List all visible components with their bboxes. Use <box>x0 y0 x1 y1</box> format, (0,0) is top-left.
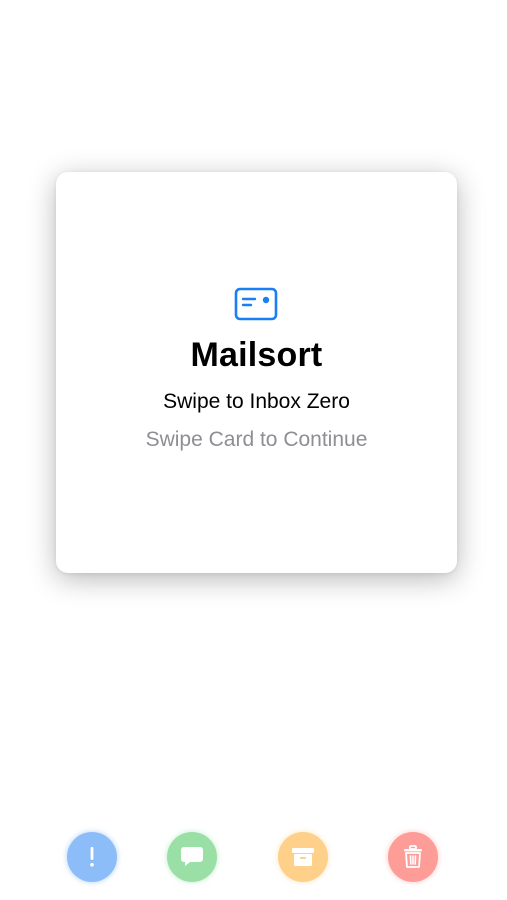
archive-button[interactable] <box>278 832 328 882</box>
action-bar <box>0 832 507 884</box>
card-content: Mailsort Swipe to Inbox Zero Swipe Card … <box>145 287 368 453</box>
message-bubble-icon <box>181 847 203 866</box>
id-card-icon <box>235 287 278 320</box>
swipe-card[interactable]: Mailsort Swipe to Inbox Zero Swipe Card … <box>56 172 457 573</box>
onboarding-screen: Mailsort Swipe to Inbox Zero Swipe Card … <box>0 0 507 900</box>
swipe-hint: Swipe Card to Continue <box>145 427 368 451</box>
trash-icon <box>404 845 422 868</box>
archive-box-icon <box>292 848 314 866</box>
reply-button[interactable] <box>167 832 217 882</box>
trash-button[interactable] <box>388 832 438 882</box>
exclamation-icon <box>90 847 94 867</box>
app-subtitle: Swipe to Inbox Zero <box>163 389 350 413</box>
flag-button[interactable] <box>67 832 117 882</box>
app-title: Mailsort <box>190 335 323 374</box>
